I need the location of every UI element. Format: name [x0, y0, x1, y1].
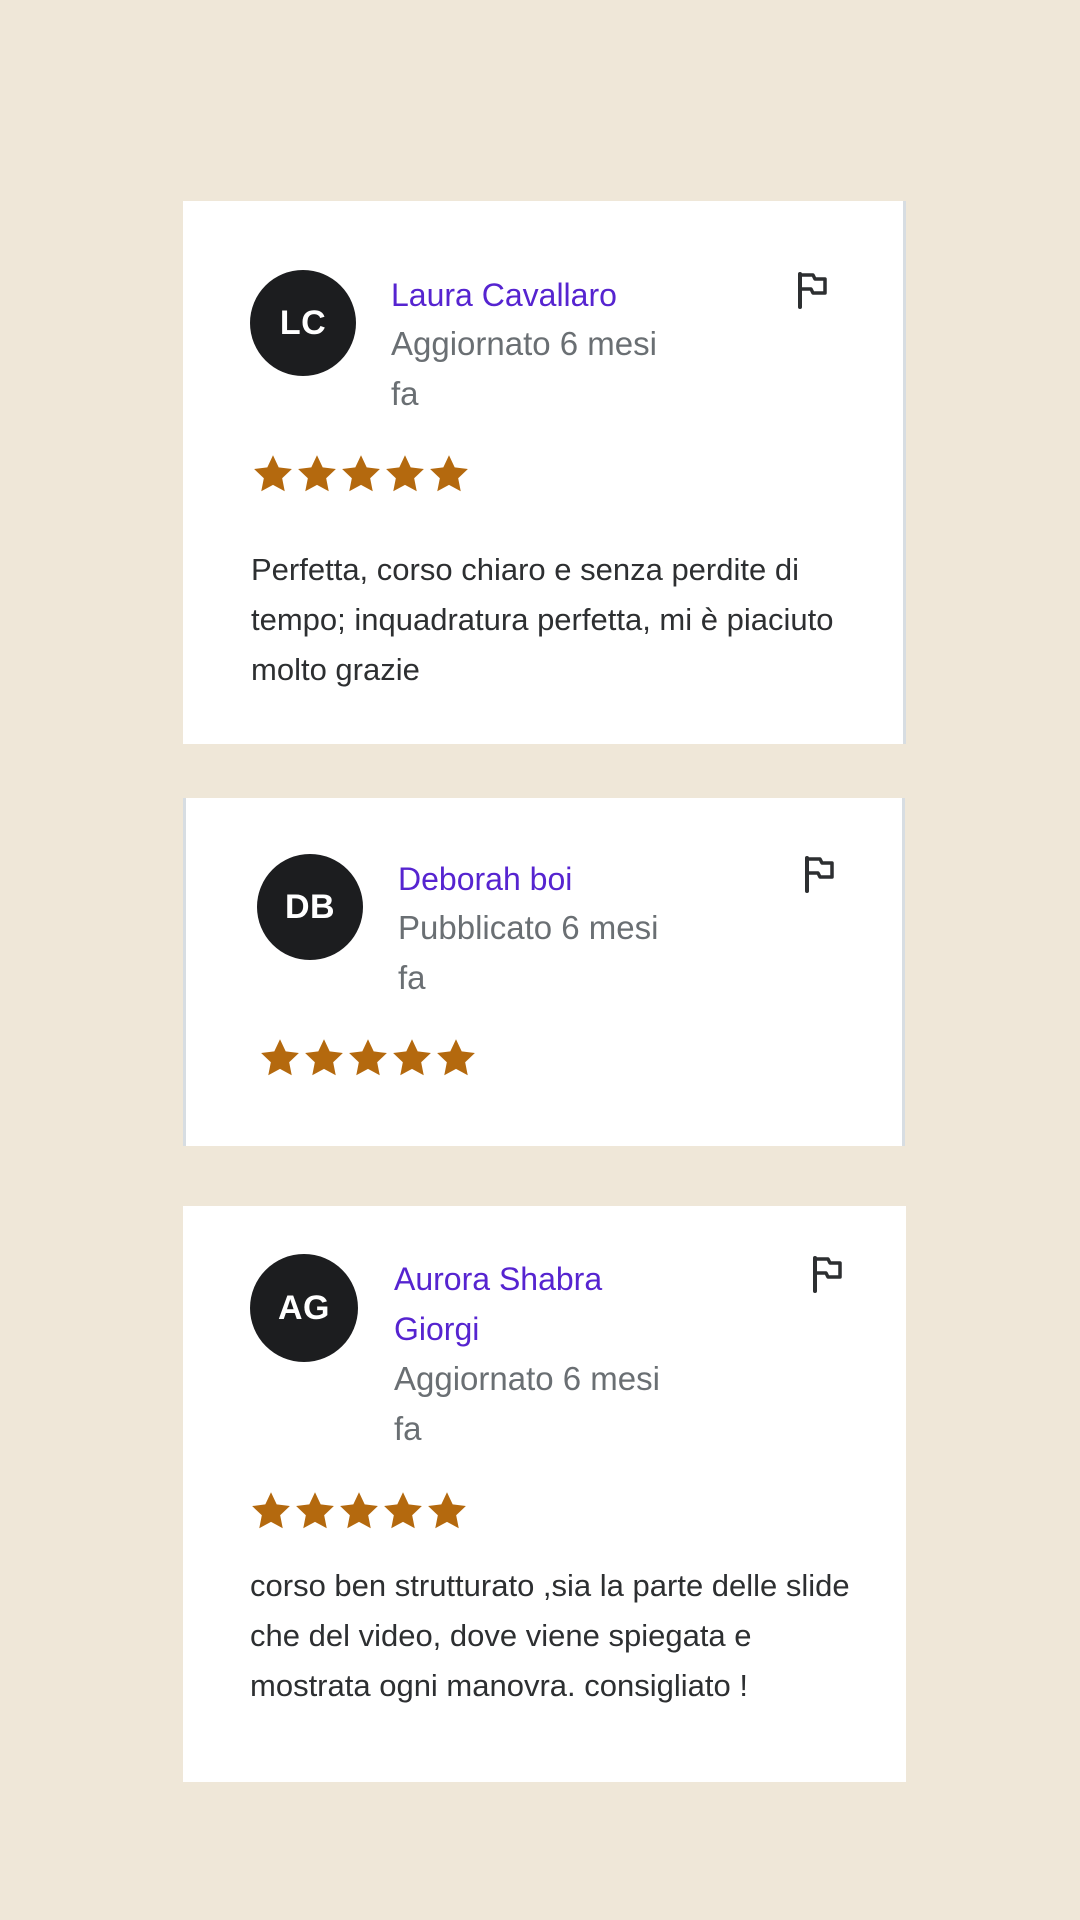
avatar: AG	[250, 1254, 358, 1362]
review-date-continued: fa	[394, 1410, 422, 1447]
star-rating	[249, 1489, 469, 1533]
review-date: Pubblicato 6 mesi	[398, 909, 659, 946]
reviewer-name: Laura Cavallaro	[391, 277, 617, 313]
review-card: DB Deborah boi Pubblicato 6 mesi fa	[183, 798, 905, 1146]
review-date: Aggiornato 6 mesi	[394, 1360, 660, 1397]
star-icon	[298, 455, 336, 492]
review-text: corso ben strutturato ,sia la parte dell…	[250, 1568, 850, 1703]
review-date-continued: fa	[391, 375, 419, 412]
review-card: AG Aurora Shabra Giorgi Aggiornato 6 mes…	[183, 1206, 906, 1782]
star-icon	[296, 1492, 334, 1529]
star-icon	[349, 1039, 387, 1076]
star-icon	[252, 1492, 290, 1529]
review-card: LC Laura Cavallaro Aggiornato 6 mesi fa …	[183, 201, 906, 744]
star-icon	[342, 455, 380, 492]
star-icon	[340, 1492, 378, 1529]
star-icon	[393, 1039, 431, 1076]
flag-icon[interactable]	[802, 855, 836, 893]
flag-icon[interactable]	[810, 1255, 844, 1293]
avatar: DB	[257, 854, 363, 960]
star-icon	[386, 455, 424, 492]
star-icon	[305, 1039, 343, 1076]
star-rating	[258, 1036, 478, 1080]
star-icon	[254, 455, 292, 492]
flag-icon[interactable]	[795, 271, 829, 309]
star-icon	[384, 1492, 422, 1529]
review-text: Perfetta, corso chiaro e senza perdite d…	[251, 552, 834, 687]
review-date: Aggiornato 6 mesi	[391, 325, 657, 362]
star-icon	[430, 455, 468, 492]
star-rating	[251, 452, 471, 496]
avatar: LC	[250, 270, 356, 376]
star-icon	[428, 1492, 466, 1529]
review-date-continued: fa	[398, 959, 426, 996]
reviewer-name: Aurora Shabra Giorgi	[394, 1261, 603, 1347]
reviewer-name: Deborah boi	[398, 861, 573, 897]
star-icon	[437, 1039, 475, 1076]
star-icon	[261, 1039, 299, 1076]
